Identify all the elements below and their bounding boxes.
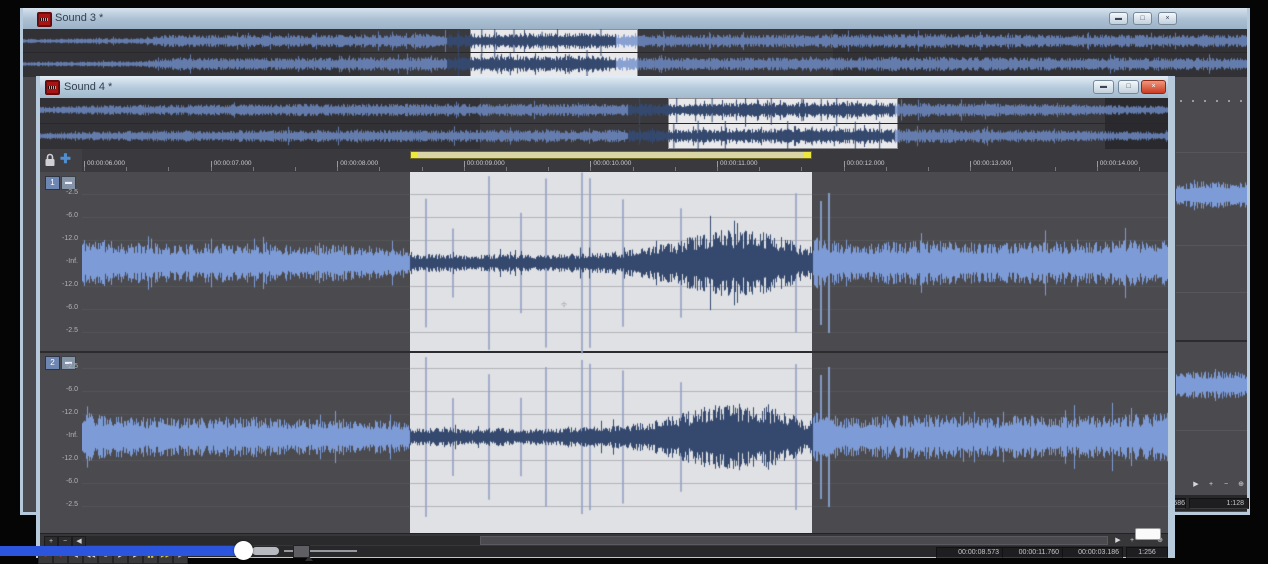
sound4-overview-canvas[interactable] — [40, 98, 1168, 149]
ruler-minor-tick — [422, 167, 423, 171]
db-label: -12.0 — [44, 409, 78, 416]
sound3-nav-buttons: ▶+−⊕ — [1176, 478, 1247, 492]
ruler-minor-tick — [759, 167, 760, 171]
sound3-close-button[interactable]: × — [1158, 12, 1177, 25]
db-label: -Inf. — [44, 432, 78, 439]
ruler-time-label: 00:00:13.000 — [973, 160, 1011, 167]
scrollbar-row: +−◀ ▶+−⊕ — [40, 533, 1168, 547]
sound3-restore-button[interactable]: □ — [1133, 12, 1152, 25]
sound3-overview-canvas[interactable] — [23, 29, 1247, 77]
ruler-time-label: 00:00:12.000 — [847, 160, 885, 167]
selection-length-value: 00:00:03.186 — [1062, 547, 1123, 558]
db-scale-2: -2.5 -6.0 -12.0 -Inf. -12.0 -6.0 -2.5 — [40, 172, 82, 533]
ruler-minor-tick — [379, 167, 380, 171]
ruler-minor-tick — [84, 167, 85, 171]
nav-play-button[interactable]: ▶ — [1112, 536, 1124, 545]
sound3-wave-canvas[interactable] — [1176, 95, 1247, 480]
sound3-nav-zoom-out-button[interactable]: − — [1220, 480, 1232, 489]
ruler-minor-tick — [1055, 167, 1056, 171]
zoom-ratio-value: 1:256 — [1126, 547, 1168, 558]
sound4-close-button[interactable]: × — [1141, 80, 1166, 94]
cursor-crosshair-icon: + — [561, 300, 567, 311]
player-seek-handle[interactable] — [234, 541, 253, 560]
selection-end-value: 00:00:11.760 — [1002, 547, 1063, 558]
sound3-zoom-ratio: 1:128 — [1189, 498, 1249, 509]
edit-tool-icon[interactable]: ✚ — [60, 151, 71, 167]
loop-region-start-handle[interactable] — [411, 152, 418, 158]
sound3-minimize-button[interactable]: ▬ — [1109, 12, 1128, 25]
selection-start-value: 00:00:08.573 — [936, 547, 1003, 558]
ruler-minor-tick — [844, 167, 845, 171]
ruler-minor-tick — [590, 167, 591, 171]
ruler-minor-tick — [970, 167, 971, 171]
screen: Sound 3 * ▬ □ × ▶+−⊕ 586 1:128 — [0, 0, 1268, 564]
ruler-minor-tick — [253, 167, 254, 171]
ruler-time-label: 00:00:14.000 — [1100, 160, 1138, 167]
ruler-corner: ✚ — [40, 149, 82, 172]
db-label: -12.0 — [44, 455, 78, 462]
ruler-minor-tick — [886, 167, 887, 171]
ruler-minor-tick — [801, 167, 802, 171]
ruler-minor-tick — [1139, 167, 1140, 171]
ruler-minor-tick — [1097, 167, 1098, 171]
sound3-titlebar[interactable]: Sound 3 * ▬ □ × — [23, 8, 1247, 30]
db-label: -2.5 — [44, 501, 78, 508]
soundforge-doc-icon — [45, 80, 60, 95]
ruler-minor-tick — [168, 167, 169, 171]
ruler-time-label: 00:00:09.000 — [467, 160, 505, 167]
ruler-minor-tick — [126, 167, 127, 171]
sound4-restore-button[interactable]: □ — [1118, 80, 1139, 94]
db-label: -6.0 — [44, 386, 78, 393]
player-buffer-bar — [252, 547, 279, 555]
ruler-minor-tick — [337, 167, 338, 171]
ruler-minor-tick — [464, 167, 465, 171]
scrub-marker-icon — [305, 556, 313, 561]
player-progress-bar[interactable] — [0, 546, 240, 556]
loop-region-bar[interactable] — [410, 151, 812, 159]
loop-region-end-handle[interactable] — [804, 152, 811, 158]
ruler-time-label: 00:00:06.000 — [87, 160, 125, 167]
ruler-minor-tick — [506, 167, 507, 171]
db-label: -2.5 — [44, 363, 78, 370]
soundforge-doc-icon — [37, 12, 52, 27]
sound3-nav-play-button[interactable]: ▶ — [1190, 480, 1202, 489]
ruler-minor-tick — [1012, 167, 1013, 171]
sound3-right-border — [1247, 8, 1250, 515]
h-scroll-thumb[interactable] — [480, 536, 1108, 545]
ruler-minor-tick — [295, 167, 296, 171]
sound3-nav-zoom-selection-button[interactable]: ⊕ — [1235, 480, 1247, 489]
ruler-minor-tick — [633, 167, 634, 171]
ruler-minor-tick — [928, 167, 929, 171]
ruler-time-label: 00:00:07.000 — [214, 160, 252, 167]
lock-icon[interactable] — [44, 153, 56, 167]
ruler-time-label: 00:00:08.000 — [340, 160, 378, 167]
ruler-time-label: 00:00:10.000 — [593, 160, 631, 167]
main-canvas[interactable] — [82, 172, 1168, 533]
sound4-title: Sound 4 * — [64, 77, 112, 97]
sound4-right-border — [1168, 76, 1175, 558]
ruler-time-label: 00:00:11.000 — [720, 160, 757, 167]
db-label: -6.0 — [44, 478, 78, 485]
zoom-highlight-box — [1135, 528, 1161, 540]
ruler-minor-tick — [717, 167, 718, 171]
sound3-nav-zoom-in-button[interactable]: + — [1205, 480, 1217, 489]
ruler-minor-tick — [548, 167, 549, 171]
ruler-minor-tick — [211, 167, 212, 171]
sound4-titlebar[interactable]: Sound 4 * ▬ □ × — [40, 76, 1168, 99]
ruler-minor-tick — [675, 167, 676, 171]
sound4-minimize-button[interactable]: ▬ — [1093, 80, 1114, 94]
db-scale-1-wrap: 1 ▬ -2.5-6.0-12.0-Inf.-12.0-6.0-2.5 2 ▬ … — [40, 172, 82, 533]
timeline-ruler[interactable]: 00:00:06.000 00:00:07.000 00:00:08.000 00:0… — [82, 149, 1168, 173]
sound3-title: Sound 3 * — [55, 8, 103, 28]
